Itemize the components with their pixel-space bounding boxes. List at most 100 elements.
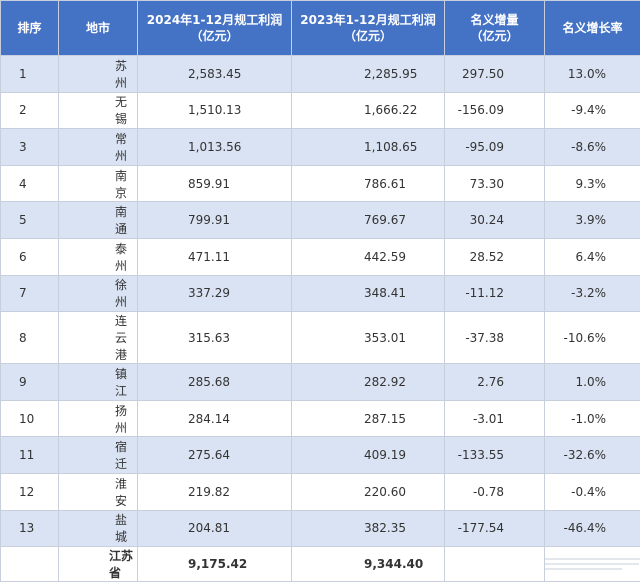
profit-2024-cell: 799.91 xyxy=(138,202,292,239)
header-rank: 排序 xyxy=(1,1,59,56)
header-increase-line2: （亿元） xyxy=(445,28,544,44)
rank-cell: 13 xyxy=(1,510,59,547)
rank-cell: 1 xyxy=(1,56,59,93)
city-cell: 苏州 xyxy=(59,56,138,93)
profit-2023-cell: 1,666.22 xyxy=(292,92,445,129)
rank-cell: 7 xyxy=(1,275,59,312)
profit-2024-cell: 315.63 xyxy=(138,312,292,364)
total-rank-cell xyxy=(1,547,59,582)
total-profit-2024-cell: 9,175.42 xyxy=(138,547,292,582)
profit-2023-cell: 353.01 xyxy=(292,312,445,364)
city-cell: 镇江 xyxy=(59,364,138,401)
profit-table: 排序 地市 2024年1-12月规工利润 （亿元） 2023年1-12月规工利润… xyxy=(0,0,640,582)
profit-2023-cell: 348.41 xyxy=(292,275,445,312)
watermark-lines xyxy=(545,555,640,573)
city-cell: 盐城 xyxy=(59,510,138,547)
city-cell: 徐州 xyxy=(59,275,138,312)
profit-2023-cell: 769.67 xyxy=(292,202,445,239)
table-row: 9 镇江 285.68 282.92 2.76 1.0% xyxy=(1,364,640,401)
table-row: 5 南通 799.91 769.67 30.24 3.9% xyxy=(1,202,640,239)
increase-cell: 297.50 xyxy=(445,56,545,93)
growth-cell: -0.4% xyxy=(545,473,640,510)
table-row: 8 连云港 315.63 353.01 -37.38 -10.6% xyxy=(1,312,640,364)
increase-cell: -95.09 xyxy=(445,129,545,166)
growth-cell: 9.3% xyxy=(545,165,640,202)
growth-cell: 3.9% xyxy=(545,202,640,239)
profit-2024-cell: 204.81 xyxy=(138,510,292,547)
growth-cell: 13.0% xyxy=(545,56,640,93)
increase-cell: 30.24 xyxy=(445,202,545,239)
profit-2024-cell: 1,013.56 xyxy=(138,129,292,166)
increase-cell: -0.78 xyxy=(445,473,545,510)
total-city-cell: 江苏省 xyxy=(59,547,138,582)
increase-cell: 28.52 xyxy=(445,238,545,275)
growth-cell: -1.0% xyxy=(545,400,640,437)
increase-cell: -133.55 xyxy=(445,437,545,474)
profit-2023-cell: 382.35 xyxy=(292,510,445,547)
profit-2023-cell: 786.61 xyxy=(292,165,445,202)
total-growth-cell xyxy=(545,547,640,582)
city-cell: 扬州 xyxy=(59,400,138,437)
profit-2023-cell: 442.59 xyxy=(292,238,445,275)
profit-2024-cell: 859.91 xyxy=(138,165,292,202)
rank-cell: 12 xyxy=(1,473,59,510)
total-row: 江苏省 9,175.42 9,344.40 xyxy=(1,547,640,582)
increase-cell: -177.54 xyxy=(445,510,545,547)
header-city: 地市 xyxy=(59,1,138,56)
growth-cell: -46.4% xyxy=(545,510,640,547)
rank-cell: 9 xyxy=(1,364,59,401)
table-row: 1 苏州 2,583.45 2,285.95 297.50 13.0% xyxy=(1,56,640,93)
increase-cell: -156.09 xyxy=(445,92,545,129)
rank-cell: 11 xyxy=(1,437,59,474)
header-profit-2024-line1: 2024年1-12月规工利润 xyxy=(138,12,291,28)
rank-cell: 6 xyxy=(1,238,59,275)
growth-cell: 6.4% xyxy=(545,238,640,275)
increase-cell: 73.30 xyxy=(445,165,545,202)
profit-2023-cell: 409.19 xyxy=(292,437,445,474)
table-row: 7 徐州 337.29 348.41 -11.12 -3.2% xyxy=(1,275,640,312)
header-profit-2024-line2: （亿元） xyxy=(138,28,291,44)
city-cell: 南京 xyxy=(59,165,138,202)
rank-cell: 3 xyxy=(1,129,59,166)
table-row: 12 淮安 219.82 220.60 -0.78 -0.4% xyxy=(1,473,640,510)
profit-2024-cell: 284.14 xyxy=(138,400,292,437)
profit-2023-cell: 282.92 xyxy=(292,364,445,401)
table-row: 2 无锡 1,510.13 1,666.22 -156.09 -9.4% xyxy=(1,92,640,129)
increase-cell: -3.01 xyxy=(445,400,545,437)
profit-2023-cell: 2,285.95 xyxy=(292,56,445,93)
profit-2024-cell: 275.64 xyxy=(138,437,292,474)
city-cell: 无锡 xyxy=(59,92,138,129)
profit-2024-cell: 1,510.13 xyxy=(138,92,292,129)
increase-cell: 2.76 xyxy=(445,364,545,401)
increase-cell: -11.12 xyxy=(445,275,545,312)
header-row: 排序 地市 2024年1-12月规工利润 （亿元） 2023年1-12月规工利润… xyxy=(1,1,640,56)
profit-2024-cell: 2,583.45 xyxy=(138,56,292,93)
total-profit-2023-cell: 9,344.40 xyxy=(292,547,445,582)
city-cell: 宿迁 xyxy=(59,437,138,474)
growth-cell: -9.4% xyxy=(545,92,640,129)
city-cell: 常州 xyxy=(59,129,138,166)
header-profit-2023: 2023年1-12月规工利润 （亿元） xyxy=(292,1,445,56)
header-profit-2023-line2: （亿元） xyxy=(292,28,444,44)
rank-cell: 2 xyxy=(1,92,59,129)
growth-cell: -3.2% xyxy=(545,275,640,312)
profit-2024-cell: 337.29 xyxy=(138,275,292,312)
table-body: 1 苏州 2,583.45 2,285.95 297.50 13.0% 2 无锡… xyxy=(1,56,640,582)
profit-2023-cell: 220.60 xyxy=(292,473,445,510)
city-cell: 连云港 xyxy=(59,312,138,364)
header-profit-2023-line1: 2023年1-12月规工利润 xyxy=(292,12,444,28)
rank-cell: 5 xyxy=(1,202,59,239)
rank-cell: 4 xyxy=(1,165,59,202)
growth-cell: -10.6% xyxy=(545,312,640,364)
profit-2024-cell: 219.82 xyxy=(138,473,292,510)
growth-cell: -8.6% xyxy=(545,129,640,166)
table-row: 6 泰州 471.11 442.59 28.52 6.4% xyxy=(1,238,640,275)
header-increase-line1: 名义增量 xyxy=(445,12,544,28)
table-row: 11 宿迁 275.64 409.19 -133.55 -32.6% xyxy=(1,437,640,474)
table-row: 3 常州 1,013.56 1,108.65 -95.09 -8.6% xyxy=(1,129,640,166)
profit-2023-cell: 287.15 xyxy=(292,400,445,437)
rank-cell: 10 xyxy=(1,400,59,437)
city-cell: 泰州 xyxy=(59,238,138,275)
increase-cell: -37.38 xyxy=(445,312,545,364)
growth-cell: -32.6% xyxy=(545,437,640,474)
